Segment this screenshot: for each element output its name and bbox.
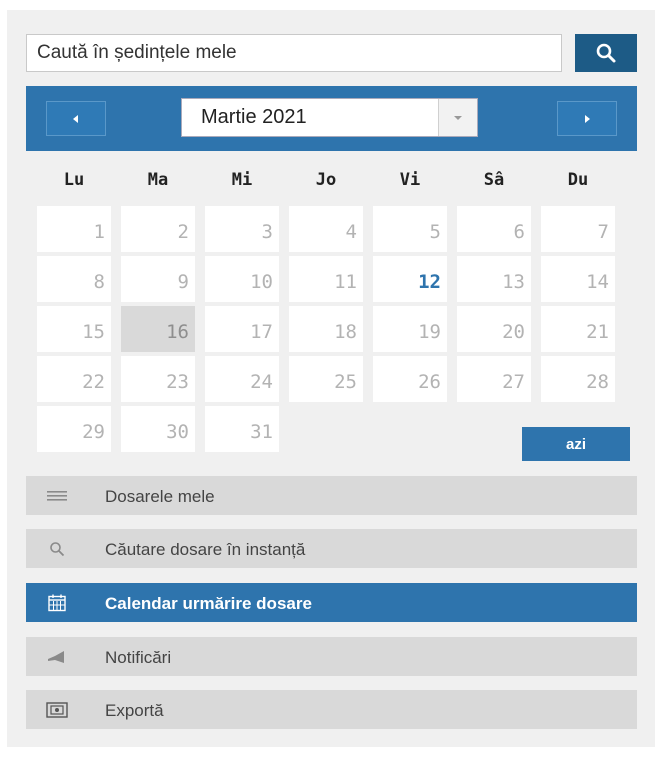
search-button[interactable] [575,34,637,72]
weekday-label: Vi [399,170,421,190]
horn-icon [46,647,68,667]
weekday-label: Sâ [483,170,505,190]
calendar-day[interactable]: 24 [205,356,279,402]
chevron-down-icon [438,99,477,136]
calendar-day[interactable]: 21 [541,306,615,352]
calendar-day-selected[interactable]: 16 [121,306,195,352]
calendar-day[interactable]: 29 [37,406,111,452]
menu-item-exporta[interactable]: Exportă [26,690,637,729]
calendar-icon [46,593,68,613]
next-month-button[interactable] [557,101,617,136]
weekday-label: Jo [315,170,337,190]
calendar-day[interactable]: 28 [541,356,615,402]
calendar-day[interactable]: 26 [373,356,447,402]
calendar-day[interactable]: 2 [121,206,195,252]
weekday-label: Ma [147,170,169,190]
calendar-day[interactable]: 14 [541,256,615,302]
calendar-day[interactable]: 10 [205,256,279,302]
weekday-label: Lu [63,170,85,190]
calendar-day[interactable]: 17 [205,306,279,352]
calendar-day[interactable]: 5 [373,206,447,252]
weekday-label: Mi [231,170,253,190]
menu-item-label: Exportă [105,701,164,720]
calendar-day[interactable]: 6 [457,206,531,252]
calendar-day[interactable]: 23 [121,356,195,402]
calendar-header: Martie 2021 [26,86,637,151]
menu-item-label: Calendar urmărire dosare [105,594,312,613]
menu-item-dosarele-mele[interactable]: Dosarele mele [26,476,637,515]
calendar-day[interactable]: 25 [289,356,363,402]
calendar-day[interactable]: 22 [37,356,111,402]
calendar-day[interactable]: 8 [37,256,111,302]
search-icon [46,539,68,559]
menu-item-calendar[interactable]: Calendar urmărire dosare [26,583,637,622]
calendar-day[interactable]: 20 [457,306,531,352]
menu-item-label: Notificări [105,648,172,667]
calendar-day[interactable]: 4 [289,206,363,252]
calendar-day[interactable]: 31 [205,406,279,452]
month-label: Martie 2021 [201,106,307,128]
calendar-day[interactable]: 13 [457,256,531,302]
menu-item-label: Dosarele mele [105,487,215,506]
calendar-day[interactable]: 3 [205,206,279,252]
calendar-day[interactable]: 7 [541,206,615,252]
search-icon [596,43,616,63]
calendar-day[interactable]: 18 [289,306,363,352]
calendar-day[interactable]: 9 [121,256,195,302]
menu-item-cautare-dosare[interactable]: Căutare dosare în instanță [26,529,637,568]
month-select[interactable]: Martie 2021 [181,98,478,137]
menu-item-label: Căutare dosare în instanță [105,540,306,559]
today-button[interactable]: azi [522,427,630,461]
chevron-left-icon [73,114,78,123]
calendar-day[interactable]: 27 [457,356,531,402]
list-icon [46,486,68,506]
calendar-day[interactable]: 15 [37,306,111,352]
calendar-day-today[interactable]: 12 [373,256,447,302]
export-icon [46,700,68,720]
calendar-day[interactable]: 11 [289,256,363,302]
prev-month-button[interactable] [46,101,106,136]
weekday-label: Du [567,170,589,190]
search-input[interactable] [26,34,562,72]
calendar-day[interactable]: 30 [121,406,195,452]
calendar-day[interactable]: 19 [373,306,447,352]
calendar-day[interactable]: 1 [37,206,111,252]
menu-item-notificari[interactable]: Notificări [26,637,637,676]
chevron-right-icon [585,114,590,123]
